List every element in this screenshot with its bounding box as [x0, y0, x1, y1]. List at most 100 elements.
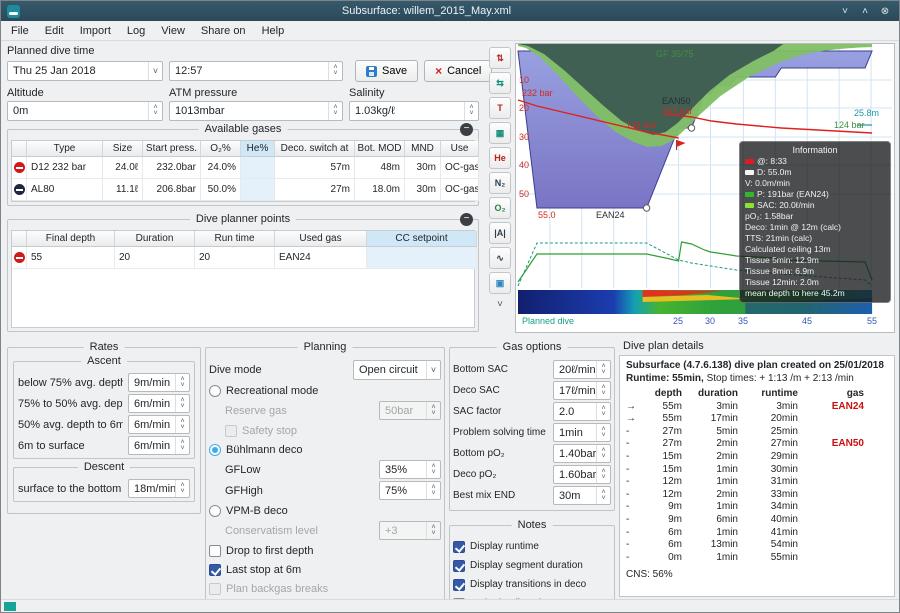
- column-header-cc-setpoint[interactable]: CC setpoint: [367, 231, 477, 247]
- collapse-gases-icon[interactable]: −: [460, 123, 473, 136]
- menu-item[interactable]: File: [3, 23, 37, 39]
- gas-size-cell[interactable]: 11.1ℓ: [103, 179, 143, 201]
- gas-table-row[interactable]: D12 232 bar 24.0ℓ 232.0bar 24.0% 57m 48m…: [12, 157, 474, 179]
- chevron-down-icon[interactable]: ˅: [426, 361, 440, 379]
- delete-row-icon[interactable]: [14, 252, 25, 263]
- notes-option[interactable]: Display segment duration: [453, 557, 611, 574]
- column-header-start-press[interactable]: Start press.: [143, 141, 201, 157]
- gas-deco-switch-cell[interactable]: 27m: [275, 179, 355, 201]
- menu-item[interactable]: Help: [254, 23, 293, 39]
- rate-spinbox[interactable]: 9m/min ˄˅: [128, 373, 190, 392]
- spin-down-icon[interactable]: ˅: [597, 391, 610, 397]
- gas-he-cell[interactable]: [241, 179, 275, 201]
- chevron-down-icon[interactable]: ˅: [148, 62, 162, 80]
- spin-down-icon[interactable]: ˅: [597, 454, 610, 460]
- column-header-size[interactable]: Size: [103, 141, 143, 157]
- spin-down-icon[interactable]: ˅: [176, 489, 189, 495]
- tissues-graph-icon[interactable]: ∿: [489, 247, 511, 269]
- gas-table-row[interactable]: AL80 11.1ℓ 206.8bar 50.0% 27m 18.0m 30m …: [12, 179, 474, 201]
- last-stop-6m-checkbox[interactable]: [209, 564, 221, 576]
- spin-down-icon[interactable]: ˅: [329, 71, 342, 77]
- gas-o2-cell[interactable]: 50.0%: [201, 179, 241, 201]
- column-header-mnd[interactable]: MND: [405, 141, 441, 157]
- gas-option-spinbox[interactable]: 1.60bar ˄˅: [553, 465, 611, 484]
- point-runtime-cell[interactable]: 20: [195, 247, 275, 269]
- gas-size-cell[interactable]: 24.0ℓ: [103, 157, 143, 179]
- rate-spinbox[interactable]: 6m/min ˄˅: [128, 436, 190, 455]
- gas-option-spinbox[interactable]: 17ℓ/min ˄˅: [553, 381, 611, 400]
- gas-bot-mod-cell[interactable]: 18.0m: [355, 179, 405, 201]
- spin-down-icon[interactable]: ˅: [597, 412, 610, 418]
- column-header-bot-mod[interactable]: Bot. MOD: [355, 141, 405, 157]
- dive-time-spinbox[interactable]: 12:57 ˄˅: [169, 61, 343, 81]
- planner-point-row[interactable]: 55 20 20 EAN24: [12, 247, 474, 269]
- spin-down-icon[interactable]: ˅: [149, 111, 162, 117]
- gas-start-pressure-cell[interactable]: 206.8bar: [143, 179, 201, 201]
- notes-option[interactable]: Verbatim dive plan: [453, 595, 611, 599]
- notes-checkbox[interactable]: [453, 598, 465, 600]
- atm-pressure-spinbox[interactable]: 1013mbar ˄˅: [169, 101, 343, 121]
- gas-use-cell[interactable]: OC-gas: [441, 157, 479, 179]
- gas-option-spinbox[interactable]: 20ℓ/min ˄˅: [553, 360, 611, 379]
- point-depth-cell[interactable]: 55: [27, 247, 115, 269]
- reset-zoom-icon[interactable]: ⇆: [489, 72, 511, 94]
- dive-date-select[interactable]: Thu 25 Jan 2018 ˅: [7, 61, 163, 81]
- spin-down-icon[interactable]: ˅: [597, 433, 610, 439]
- delete-row-icon[interactable]: [14, 184, 25, 195]
- gas-option-spinbox[interactable]: 1.40bar ˄˅: [553, 444, 611, 463]
- mnd-toggle-icon[interactable]: |A|: [489, 222, 511, 244]
- gas-he-cell[interactable]: [241, 157, 275, 179]
- buhlmann-deco-radio[interactable]: [209, 444, 221, 456]
- toolbar-chevron-down-icon[interactable]: ˅: [497, 299, 503, 310]
- notes-checkbox[interactable]: [453, 541, 465, 553]
- altitude-spinbox[interactable]: 0m ˄˅: [7, 101, 163, 121]
- tank-bar-icon[interactable]: T: [489, 97, 511, 119]
- menu-item[interactable]: Edit: [37, 23, 72, 39]
- drop-to-first-depth-checkbox[interactable]: [209, 545, 221, 557]
- point-duration-cell[interactable]: 20: [115, 247, 195, 269]
- gfhigh-spinbox[interactable]: 75% ˄˅: [379, 481, 441, 500]
- menu-item[interactable]: Share on: [193, 23, 254, 39]
- vpmb-deco-radio[interactable]: [209, 505, 221, 517]
- column-header-deco-switch[interactable]: Deco. switch at: [275, 141, 355, 157]
- gas-mnd-cell[interactable]: 30m: [405, 157, 441, 179]
- photos-toggle-icon[interactable]: ▣: [489, 272, 511, 294]
- gas-o2-cell[interactable]: 24.0%: [201, 157, 241, 179]
- phe-graph-icon[interactable]: He: [489, 147, 511, 169]
- delete-row-icon[interactable]: [14, 162, 25, 173]
- column-header-duration[interactable]: Duration: [115, 231, 195, 247]
- gas-option-spinbox[interactable]: 1min ˄˅: [553, 423, 611, 442]
- gas-type-cell[interactable]: AL80: [27, 179, 103, 201]
- column-header-run-time[interactable]: Run time: [195, 231, 275, 247]
- collapse-points-icon[interactable]: −: [460, 213, 473, 226]
- column-header-o2[interactable]: O₂%: [201, 141, 241, 157]
- minimize-icon[interactable]: ˅: [837, 6, 853, 17]
- spin-down-icon[interactable]: ˅: [465, 111, 478, 117]
- salinity-spinbox[interactable]: 1.03kg/ℓ ˄˅: [349, 101, 479, 121]
- notes-checkbox[interactable]: [453, 560, 465, 572]
- spin-down-icon[interactable]: ˅: [597, 370, 610, 376]
- point-gas-cell[interactable]: EAN24: [275, 247, 367, 269]
- available-gases-table[interactable]: Type Size Start press. O₂% He% Deco. swi…: [11, 140, 475, 202]
- spin-down-icon[interactable]: ˅: [329, 111, 342, 117]
- spin-down-icon[interactable]: ˅: [176, 383, 189, 389]
- column-header-final-depth[interactable]: Final depth: [27, 231, 115, 247]
- menu-item[interactable]: Log: [119, 23, 153, 39]
- maximize-icon[interactable]: ˄: [857, 6, 873, 17]
- column-header-he[interactable]: He%: [241, 141, 275, 157]
- scale-toggle-icon[interactable]: ⇅: [489, 47, 511, 69]
- spin-down-icon[interactable]: ˅: [176, 425, 189, 431]
- gflow-spinbox[interactable]: 35% ˄˅: [379, 460, 441, 479]
- save-button[interactable]: Save: [355, 60, 418, 82]
- rate-spinbox[interactable]: 6m/min ˄˅: [128, 394, 190, 413]
- spin-down-icon[interactable]: ˅: [597, 496, 610, 502]
- title-bar[interactable]: Subsurface: willem_2015_May.xml ˅ ˄ ⊗: [1, 1, 899, 21]
- dive-mode-select[interactable]: Open circuit ˅: [353, 360, 441, 380]
- spin-down-icon[interactable]: ˅: [597, 475, 610, 481]
- dive-profile-chart[interactable]: GF 35/75 10 20 30 40 50 232 bar 143 bar …: [515, 43, 895, 333]
- cancel-button[interactable]: × Cancel: [424, 60, 492, 82]
- spin-down-icon[interactable]: ˅: [427, 470, 440, 476]
- gas-bot-mod-cell[interactable]: 48m: [355, 157, 405, 179]
- gas-option-spinbox[interactable]: 30m ˄˅: [553, 486, 611, 505]
- rate-spinbox[interactable]: 6m/min ˄˅: [128, 415, 190, 434]
